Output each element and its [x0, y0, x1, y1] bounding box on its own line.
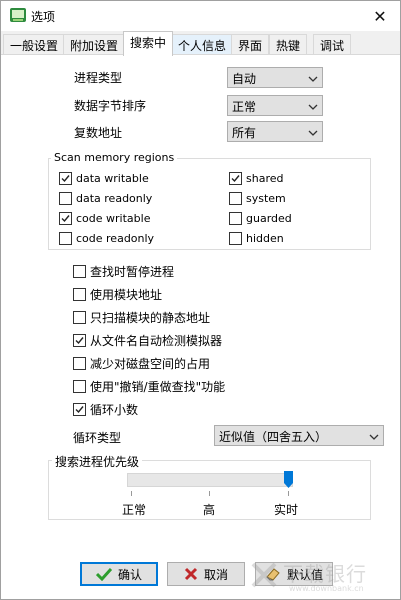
priority-slider-track[interactable]	[127, 473, 293, 487]
options-window: 选项 ✕ 一般设置 附加设置 搜索中 个人信息 界面 热键 调试 进程类型 自动…	[0, 0, 401, 600]
byte-order-label: 数据字节排序	[74, 99, 147, 113]
cross-icon	[184, 567, 198, 581]
checkbox-box[interactable]	[59, 172, 72, 185]
rounding-type-select[interactable]: 近似值（四舍五入）	[214, 425, 384, 446]
checkbox-box[interactable]	[59, 212, 72, 225]
byte-order-select[interactable]: 正常	[227, 95, 323, 116]
priority-slider-thumb[interactable]	[284, 471, 293, 489]
checkbox-label: 使用"撤销/重做查找"功能	[90, 380, 226, 394]
priority-title: 搜索进程优先级	[52, 453, 143, 470]
settings-panel: 进程类型 自动 数据字节排序 正常 复数地址 所有 Scan memory re…	[1, 55, 400, 599]
byte-order-value: 正常	[232, 100, 257, 114]
cancel-button-label: 取消	[203, 567, 228, 582]
priority-label-normal: 正常	[122, 503, 147, 517]
close-button[interactable]: ✕	[360, 1, 400, 31]
checkbox-box[interactable]	[229, 192, 242, 205]
checkbox-guarded[interactable]: guarded	[229, 212, 292, 225]
checkbox-box[interactable]	[73, 403, 86, 416]
watermark-logo-icon	[251, 562, 277, 588]
checkbox-reduce-disk-usage[interactable]: 减少对磁盘空间的占用	[73, 355, 210, 372]
process-type-label: 进程类型	[74, 71, 123, 85]
checkbox-label: code writable	[76, 212, 151, 225]
chevron-down-icon	[369, 431, 379, 441]
checkbox-label: 使用模块地址	[90, 288, 163, 302]
checkbox-box[interactable]	[73, 288, 86, 301]
priority-label-realtime: 实时	[274, 503, 299, 517]
checkbox-label: data writable	[76, 172, 149, 185]
process-type-value: 自动	[232, 72, 257, 86]
checkmark-icon	[95, 567, 112, 581]
checkbox-detect-emulator[interactable]: 从文件名自动检测模拟器	[73, 332, 222, 349]
checkbox-label: 只扫描模块的静态地址	[90, 311, 211, 325]
tab-hotkeys[interactable]: 热键	[269, 34, 308, 54]
copy-address-label: 复数地址	[74, 126, 123, 140]
checkbox-shared[interactable]: shared	[229, 172, 283, 185]
tab-personal-info[interactable]: 个人信息	[171, 34, 234, 54]
ok-button[interactable]: 确认	[80, 562, 158, 586]
title-bar: 选项 ✕	[1, 1, 400, 31]
checkbox-box[interactable]	[73, 265, 86, 278]
checkbox-data-readonly[interactable]: data readonly	[59, 192, 152, 205]
checkbox-label: guarded	[246, 212, 292, 225]
tab-strip: 一般设置 附加设置 搜索中 个人信息 界面 热键 调试	[1, 31, 400, 56]
checkbox-code-readonly[interactable]: code readonly	[59, 232, 154, 245]
checkbox-box[interactable]	[59, 192, 72, 205]
checkbox-label: shared	[246, 172, 284, 185]
copy-address-value: 所有	[232, 126, 257, 140]
checkbox-box[interactable]	[73, 357, 86, 370]
tab-searching[interactable]: 搜索中	[123, 31, 174, 56]
priority-label-high: 高	[203, 503, 216, 517]
checkbox-code-writable[interactable]: code writable	[59, 212, 150, 225]
slider-tick	[209, 491, 210, 496]
checkbox-label: 查找时暂停进程	[90, 265, 175, 279]
checkbox-box[interactable]	[73, 380, 86, 393]
scan-regions-title: Scan memory regions	[51, 151, 178, 164]
tab-interface[interactable]: 界面	[231, 34, 270, 54]
watermark: 下载银行 www.downbank.cn	[249, 556, 399, 598]
process-type-select[interactable]: 自动	[227, 67, 323, 88]
cancel-button[interactable]: 取消	[167, 562, 245, 586]
checkbox-system[interactable]: system	[229, 192, 286, 205]
checkbox-box[interactable]	[73, 311, 86, 324]
chevron-down-icon	[308, 127, 318, 137]
checkbox-box[interactable]	[229, 212, 242, 225]
checkbox-label: 减少对磁盘空间的占用	[90, 357, 211, 371]
checkbox-label: system	[246, 192, 286, 205]
rounding-type-value: 近似值（四舍五入）	[219, 430, 328, 444]
app-icon	[9, 7, 27, 23]
chevron-down-icon	[308, 101, 318, 111]
checkbox-label: code readonly	[76, 232, 155, 245]
slider-tick	[288, 491, 289, 496]
checkbox-round-decimals[interactable]: 循环小数	[73, 401, 138, 418]
checkbox-label: hidden	[246, 232, 284, 245]
window-title: 选项	[31, 10, 56, 24]
checkbox-box[interactable]	[59, 232, 72, 245]
watermark-text: 下载银行	[283, 562, 367, 586]
checkbox-static-module-scan[interactable]: 只扫描模块的静态地址	[73, 309, 210, 326]
checkbox-pause-process[interactable]: 查找时暂停进程	[73, 263, 174, 280]
checkbox-label: 循环小数	[90, 403, 139, 417]
slider-tick	[131, 491, 132, 496]
checkbox-label: 从文件名自动检测模拟器	[90, 334, 223, 348]
checkbox-box[interactable]	[229, 172, 242, 185]
checkbox-box[interactable]	[229, 232, 242, 245]
copy-address-select[interactable]: 所有	[227, 121, 323, 142]
tab-debug[interactable]: 调试	[313, 34, 352, 54]
chevron-down-icon	[308, 73, 318, 83]
checkbox-label: data readonly	[76, 192, 153, 205]
tab-extra[interactable]: 附加设置	[63, 34, 126, 54]
checkbox-data-writable[interactable]: data writable	[59, 172, 149, 185]
checkbox-use-module-address[interactable]: 使用模块地址	[73, 286, 162, 303]
ok-button-label: 确认	[117, 567, 142, 582]
watermark-url: www.downbank.cn	[289, 584, 364, 593]
rounding-type-label: 循环类型	[73, 431, 122, 445]
checkbox-undo-redo[interactable]: 使用"撤销/重做查找"功能	[73, 378, 225, 395]
tab-general[interactable]: 一般设置	[3, 34, 66, 54]
checkbox-hidden[interactable]: hidden	[229, 232, 284, 245]
checkbox-box[interactable]	[73, 334, 86, 347]
